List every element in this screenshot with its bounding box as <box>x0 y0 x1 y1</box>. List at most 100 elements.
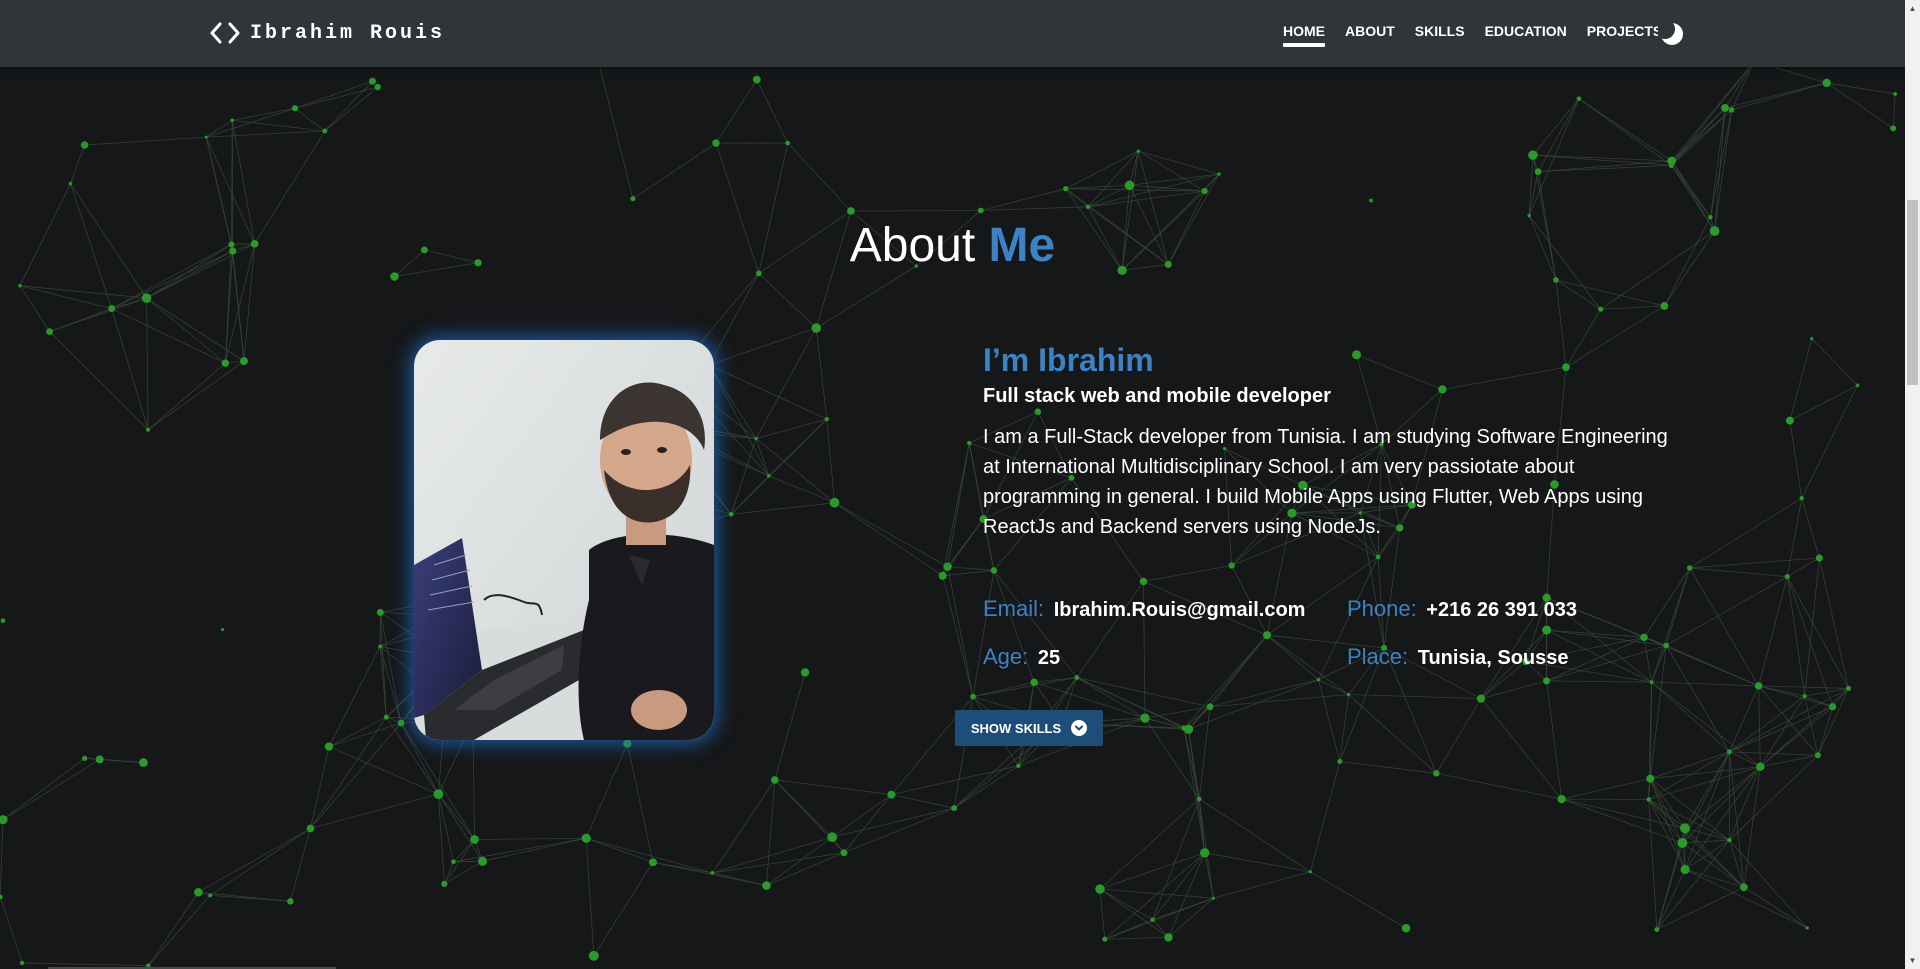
network-link <box>2 759 100 821</box>
network-node <box>1016 763 1021 769</box>
network-link <box>756 79 789 144</box>
network-node <box>477 856 488 866</box>
network-link <box>1671 165 1711 218</box>
network-link <box>585 743 628 839</box>
network-node <box>451 859 456 865</box>
network-link <box>474 837 587 840</box>
network-node <box>1680 864 1690 875</box>
network-link <box>953 765 1019 809</box>
network-node <box>1640 633 1648 642</box>
network-node <box>368 77 376 85</box>
greeting: I’m Ibrahim <box>983 342 1154 378</box>
network-node <box>767 474 771 478</box>
network-link <box>148 892 199 966</box>
network-node <box>1164 933 1173 942</box>
detail-place-label: Place: <box>1347 644 1409 669</box>
network-node <box>1815 554 1823 562</box>
scroll-down-arrow-icon[interactable]: ▼ <box>1905 952 1920 969</box>
network-node <box>1680 823 1690 834</box>
network-link <box>1684 766 1761 870</box>
detail-place-value: Tunisia, Sousse <box>1417 647 1569 669</box>
nav-link-about[interactable]: ABOUT <box>1345 23 1395 47</box>
network-link <box>1087 184 1130 208</box>
page: Ibrahim Rouis HOME ABOUT SKILLS EDUCATIO… <box>0 0 1920 969</box>
network-node <box>0 815 8 825</box>
network-link <box>947 566 974 697</box>
network-node <box>1337 758 1343 764</box>
network-link <box>198 828 311 893</box>
network-link <box>482 837 587 862</box>
network-link <box>730 438 757 515</box>
network-node <box>390 272 399 281</box>
network-link <box>19 285 50 332</box>
network-link <box>1532 98 1580 156</box>
network-node <box>1728 107 1735 113</box>
network-link <box>1656 886 1745 930</box>
network-link <box>310 746 330 829</box>
network-link <box>652 861 767 886</box>
network-link <box>1210 694 1349 708</box>
network-link <box>1648 799 1686 870</box>
network-node <box>378 644 383 649</box>
network-link <box>1099 888 1106 940</box>
scrollbar-thumb[interactable] <box>1907 200 1918 385</box>
network-link <box>834 502 948 568</box>
network-node <box>1557 794 1566 804</box>
network-node <box>0 894 3 900</box>
network-link <box>1065 184 1130 190</box>
network-link <box>1198 798 1311 873</box>
network-link <box>205 119 233 138</box>
network-link <box>1684 766 1761 829</box>
network-node <box>1534 168 1542 175</box>
network-link <box>632 142 717 200</box>
network-node <box>1527 213 1531 218</box>
network-link <box>1651 681 1761 768</box>
network-node <box>1308 870 1313 874</box>
network-node <box>648 858 657 867</box>
detail-phone-label: Phone: <box>1347 596 1417 621</box>
network-node <box>95 755 104 764</box>
network-link <box>755 327 817 439</box>
network-node <box>1030 678 1038 686</box>
network-link <box>626 743 654 863</box>
show-skills-button[interactable]: SHOW SKILLS <box>955 710 1103 746</box>
network-link <box>1204 852 1311 873</box>
network-node <box>824 416 829 422</box>
vertical-scrollbar[interactable]: ▲ ▼ <box>1905 0 1920 969</box>
network-link <box>70 144 85 184</box>
network-node <box>1196 796 1202 802</box>
network-node <box>1542 625 1552 635</box>
network-link <box>1266 634 1319 681</box>
network-link <box>593 862 654 957</box>
network-link <box>328 722 402 747</box>
network-link <box>1104 937 1169 940</box>
nav-link-education[interactable]: EDUCATION <box>1485 23 1567 47</box>
network-link <box>712 852 845 874</box>
network-link <box>444 860 483 885</box>
network-link <box>1789 384 1858 421</box>
network-node <box>1102 936 1108 942</box>
network-link <box>766 779 776 886</box>
network-node <box>68 181 73 186</box>
network-node <box>1814 752 1821 759</box>
nav-link-projects[interactable]: PROJECTS <box>1587 23 1662 47</box>
network-link <box>310 722 402 829</box>
chevron-down-circle-icon <box>1071 720 1088 736</box>
nav-link-home[interactable]: HOME <box>1283 23 1325 47</box>
network-link <box>1665 645 1759 687</box>
network-link <box>148 895 211 966</box>
network-link <box>1651 567 1691 683</box>
network-link <box>758 273 817 329</box>
brand[interactable]: Ibrahim Rouis <box>210 18 445 48</box>
bio-text: I am a Full-Stack developer from Tunisia… <box>983 426 1668 538</box>
network-link <box>1435 698 1482 774</box>
network-link <box>598 63 634 199</box>
detail-email: Email: Ibrahim.Rouis@gmail.com <box>983 596 1305 622</box>
network-node <box>146 427 151 432</box>
moon-icon[interactable] <box>1658 20 1686 48</box>
network-link <box>1710 107 1726 218</box>
scroll-up-arrow-icon[interactable]: ▲ <box>1905 0 1920 17</box>
network-node <box>1677 838 1688 848</box>
nav-link-skills[interactable]: SKILLS <box>1415 23 1465 47</box>
network-link <box>1801 498 1820 559</box>
